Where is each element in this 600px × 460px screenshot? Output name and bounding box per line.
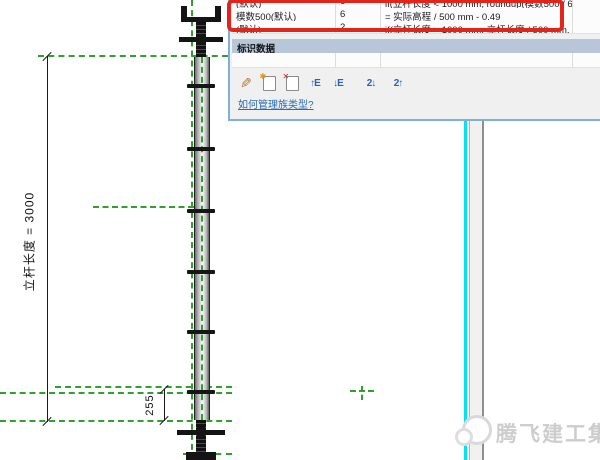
- edit-pencil-icon[interactable]: ✎: [239, 75, 253, 91]
- coupler-3: [187, 209, 215, 213]
- wall-cyan-edge[interactable]: [464, 119, 467, 460]
- param-formula[interactable]: [381, 53, 573, 67]
- base-plate: [186, 452, 216, 460]
- param-lock[interactable]: [573, 53, 600, 67]
- coupler-2: [187, 147, 215, 151]
- sort-descending-icon[interactable]: 2↑: [391, 75, 405, 91]
- empty-parameter-row[interactable]: [232, 53, 600, 68]
- sort-ascending-icon[interactable]: 2↓: [364, 75, 378, 91]
- parameter-toolbar: ✎ ✱ ✕ ↑E ↓E 2↓ 2↑: [239, 74, 405, 92]
- coupler-6: [187, 390, 215, 394]
- identity-data-section-header: 标识数据: [232, 39, 600, 53]
- param-name: [232, 53, 336, 67]
- wall-section[interactable]: [469, 119, 484, 460]
- base-wing-nut-hub: [197, 427, 205, 438]
- offset-dimension-line[interactable]: [164, 389, 165, 421]
- move-up-icon[interactable]: ↑E: [308, 75, 322, 91]
- manage-family-types-help-link[interactable]: 如何管理族类型?: [238, 96, 314, 111]
- param-lock[interactable]: [573, 21, 600, 33]
- pole-length-dimension-line[interactable]: [47, 56, 48, 422]
- delete-parameter-icon[interactable]: ✕: [285, 75, 299, 91]
- pole-length-dimension-text[interactable]: 立杆长度 = 3000: [21, 182, 38, 302]
- coupler-1: [187, 84, 215, 88]
- new-parameter-icon[interactable]: ✱: [262, 75, 276, 91]
- param-value[interactable]: [336, 53, 381, 67]
- standpole-tube[interactable]: [194, 57, 210, 420]
- offset-dimension-text[interactable]: 255: [144, 377, 156, 433]
- reference-plane-mid[interactable]: [93, 206, 194, 208]
- revit-canvas: 立杆长度 = 3000 255 腾飞建工集团 (默认) 6 if(立杆长度 < …: [0, 0, 600, 460]
- coupler-5: [187, 330, 215, 334]
- param-lock[interactable]: [573, 0, 600, 8]
- watermark-logo-circle-small: [455, 428, 473, 446]
- param-lock[interactable]: [573, 8, 600, 21]
- coupler-4: [187, 270, 215, 274]
- top-wing-nut-hub: [197, 34, 205, 45]
- move-down-icon[interactable]: ↓E: [331, 75, 345, 91]
- red-highlight-box: [227, 0, 564, 32]
- level-marker-vertical: [361, 386, 363, 400]
- watermark-text: 腾飞建工集团: [496, 418, 600, 448]
- pole-centerline: [201, 57, 203, 420]
